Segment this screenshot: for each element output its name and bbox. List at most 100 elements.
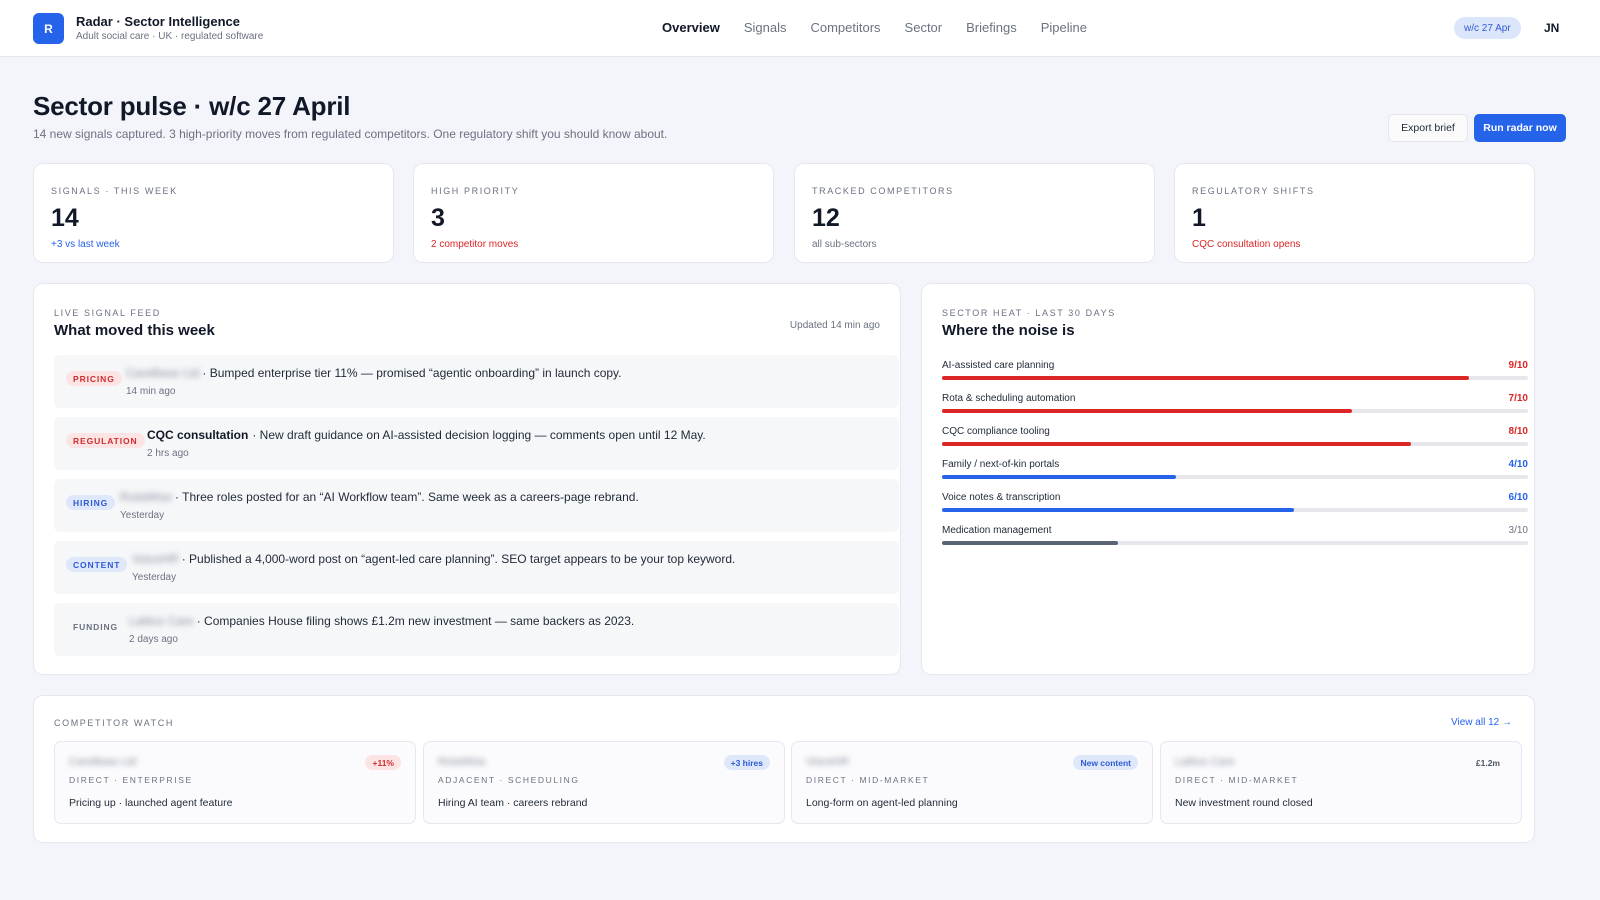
feed-updated: Updated 14 min ago <box>789 320 880 331</box>
competitor-card[interactable]: VoiceHR New content Direct · Mid-market … <box>791 741 1153 824</box>
top-bar: R Radar · Sector Intelligence Adult soci… <box>0 0 1600 57</box>
heat-fill <box>942 541 1118 545</box>
heat-track <box>942 541 1528 545</box>
source-name: CQC consultation <box>147 428 249 442</box>
feed-item[interactable]: CONTENT VoiceHR · Published a 4,000-word… <box>54 541 899 594</box>
feed-time: 14 min ago <box>126 386 176 397</box>
heat-fill <box>942 442 1411 446</box>
source-name: Lattice Care <box>129 614 194 628</box>
competitor-name: VoiceHR <box>806 756 849 768</box>
heat-eyebrow: Sector heat · last 30 days <box>942 308 1116 318</box>
feed-line: VoiceHR · Published a 4,000-word post on… <box>132 552 735 566</box>
stat-value: 14 <box>51 204 79 232</box>
competitor-desc: Hiring AI team · careers rebrand <box>438 797 588 809</box>
heat-fill <box>942 475 1177 479</box>
nav-signals[interactable]: Signals <box>744 20 787 35</box>
feed-text: · Three roles posted for an “AI Workflow… <box>175 490 639 504</box>
stat-label: High priority <box>431 186 520 196</box>
heat-score: 9/10 <box>1508 360 1528 371</box>
heat-track <box>942 442 1528 446</box>
feed-item[interactable]: REGULATION CQC consultation · New draft … <box>54 417 899 470</box>
stat-note: CQC consultation opens <box>1192 239 1301 250</box>
competitor-name: RotaWise <box>438 756 486 768</box>
stat-value: 1 <box>1192 204 1206 232</box>
feed-line: Lattice Care · Companies House filing sh… <box>129 614 634 628</box>
heat-score: 4/10 <box>1508 459 1528 470</box>
competitor-name: Lattice Care <box>1175 756 1235 768</box>
feed-item[interactable]: FUNDING Lattice Care · Companies House f… <box>54 603 899 656</box>
export-brief-button[interactable]: Export brief <box>1388 114 1468 142</box>
stat-label: Signals · this week <box>51 186 178 196</box>
heat-track <box>942 475 1528 479</box>
competitor-chip: £1.2m <box>1475 757 1500 768</box>
feed-line: CQC consultation · New draft guidance on… <box>147 428 706 442</box>
week-selector[interactable]: w/c 27 Apr <box>1454 17 1521 39</box>
nav-sector[interactable]: Sector <box>905 20 943 35</box>
heat-score: 3/10 <box>1508 525 1528 536</box>
regulation-badge: REGULATION <box>66 433 145 448</box>
pricing-badge: PRICING <box>66 371 122 386</box>
view-all-link[interactable]: View all 12 → <box>1451 717 1512 728</box>
run-radar-button[interactable]: Run radar now <box>1474 114 1566 142</box>
stat-note: all sub-sectors <box>812 239 877 250</box>
watch-eyebrow: Competitor watch <box>54 718 174 728</box>
feed-time: Yesterday <box>132 572 177 583</box>
stat-card-regulatory: Regulatory shifts 1 CQC consultation ope… <box>1174 163 1535 263</box>
competitor-card[interactable]: RotaWise +3 hires Adjacent · Scheduling … <box>423 741 785 824</box>
heat-score: 6/10 <box>1508 492 1528 503</box>
heat-label: AI-assisted care planning <box>942 360 1055 371</box>
nav-overview[interactable]: Overview <box>662 20 720 35</box>
feed-item[interactable]: PRICING CareBase Ltd · Bumped enterprise… <box>54 355 899 408</box>
user-avatar[interactable]: JN <box>1544 21 1559 35</box>
stat-card-signals: Signals · this week 14 +3 vs last week <box>33 163 394 263</box>
competitor-desc: New investment round closed <box>1175 797 1313 809</box>
competitor-desc: Long-form on agent-led planning <box>806 797 958 809</box>
feed-line: CareBase Ltd · Bumped enterprise tier 11… <box>126 366 622 380</box>
heat-label: CQC compliance tooling <box>942 426 1050 437</box>
competitor-tag: Adjacent · Scheduling <box>438 775 580 785</box>
competitor-chip: +11% <box>365 755 401 770</box>
app-logo[interactable]: R <box>33 13 64 44</box>
competitor-card[interactable]: Lattice Care £1.2m Direct · Mid-market N… <box>1160 741 1522 824</box>
nav-competitors[interactable]: Competitors <box>810 20 880 35</box>
signal-feed-panel: Live signal feed What moved this week Up… <box>33 283 901 675</box>
app-title: Radar · Sector Intelligence <box>76 14 240 29</box>
stat-note: 2 competitor moves <box>431 239 519 250</box>
feed-item[interactable]: HIRING RotaWise · Three roles posted for… <box>54 479 899 532</box>
competitor-tag: Direct · Mid-market <box>1175 775 1299 785</box>
feed-text: · New draft guidance on AI-assisted deci… <box>252 428 706 442</box>
heat-label: Family / next-of-kin portals <box>942 459 1060 470</box>
stat-label: Tracked competitors <box>812 186 954 196</box>
feed-text: · Published a 4,000-word post on “agent-… <box>181 552 736 566</box>
heat-track <box>942 409 1528 413</box>
competitor-desc: Pricing up · launched agent feature <box>69 797 233 809</box>
heat-score: 8/10 <box>1508 426 1528 437</box>
feed-time: 2 hrs ago <box>147 448 189 459</box>
heat-track <box>942 376 1528 380</box>
nav-pipeline[interactable]: Pipeline <box>1041 20 1087 35</box>
page-title: Sector pulse · w/c 27 April <box>33 91 351 121</box>
app-subtitle: Adult social care · UK · regulated softw… <box>76 31 264 42</box>
hiring-badge: HIRING <box>66 495 116 510</box>
stat-label: Regulatory shifts <box>1192 186 1315 196</box>
sector-heat-panel: Sector heat · last 30 days Where the noi… <box>921 283 1535 675</box>
heat-track <box>942 508 1528 512</box>
feed-text: · Bumped enterprise tier 11% — promised … <box>202 366 622 380</box>
stat-note: +3 vs last week <box>51 239 120 250</box>
stat-card-high-priority: High priority 3 2 competitor moves <box>413 163 774 263</box>
heat-fill <box>942 508 1294 512</box>
content-badge: CONTENT <box>66 557 128 572</box>
competitor-chip: New content <box>1073 755 1138 770</box>
feed-eyebrow: Live signal feed <box>54 308 161 318</box>
competitor-card[interactable]: CareBase Ltd +11% Direct · Enterprise Pr… <box>54 741 416 824</box>
stat-value: 3 <box>431 204 445 232</box>
heat-label: Voice notes & transcription <box>942 492 1061 503</box>
competitor-name: CareBase Ltd <box>69 756 137 768</box>
heat-score: 7/10 <box>1508 393 1528 404</box>
page-subtitle: 14 new signals captured. 3 high-priority… <box>33 127 668 141</box>
heat-label: Rota & scheduling automation <box>942 393 1076 404</box>
nav-briefings[interactable]: Briefings <box>966 20 1017 35</box>
competitor-watch-panel: Competitor watch View all 12 → CareBase … <box>33 695 1535 843</box>
heat-label: Medication management <box>942 525 1052 536</box>
feed-title: What moved this week <box>54 322 215 339</box>
